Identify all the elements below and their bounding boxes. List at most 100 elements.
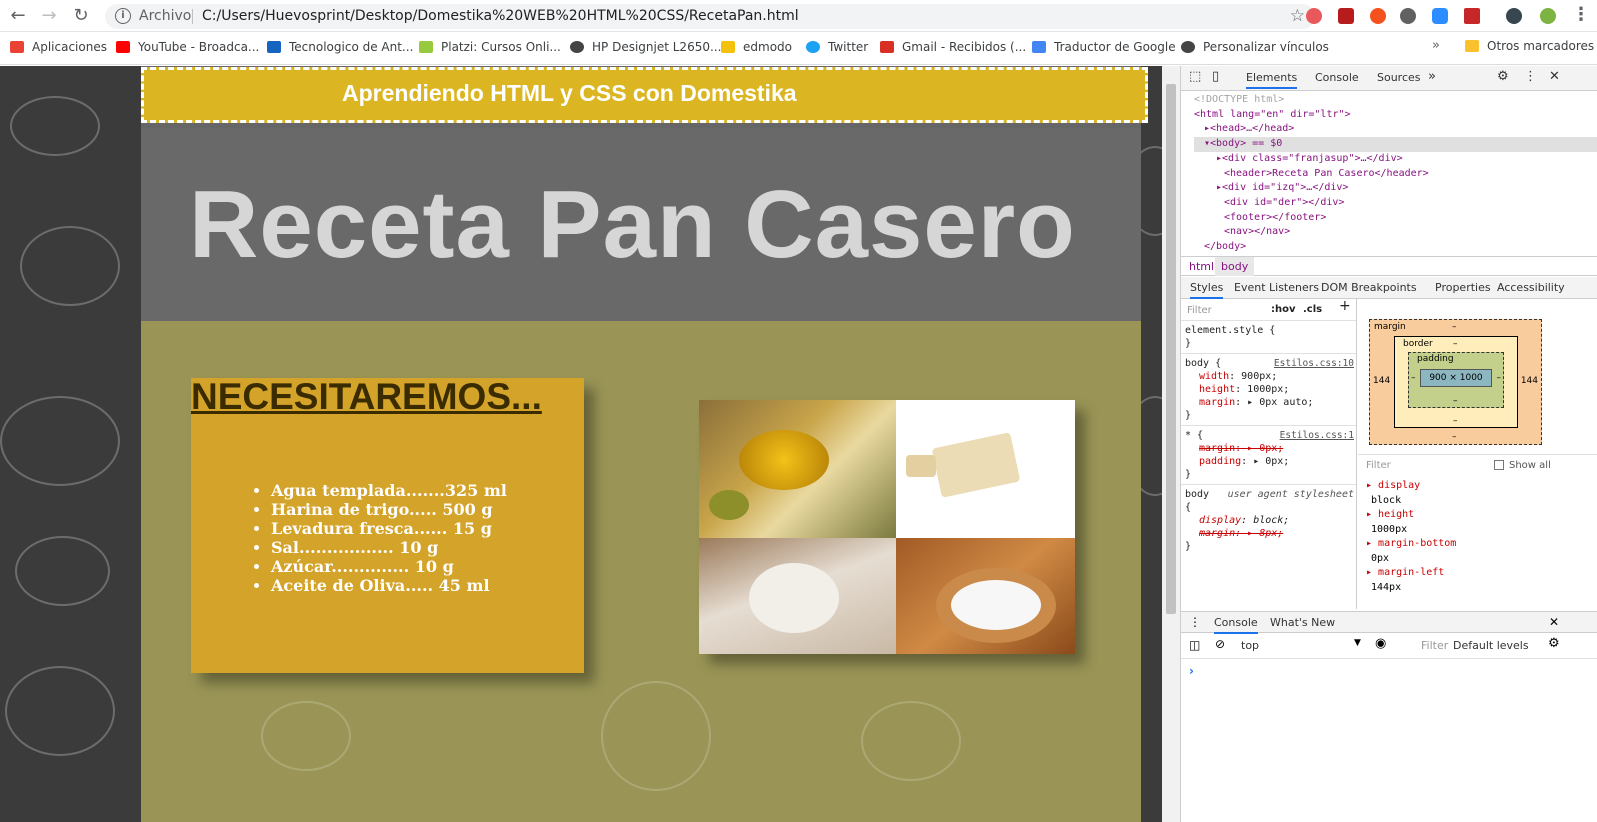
tab-event-listeners[interactable]: Event Listeners bbox=[1234, 281, 1319, 294]
back-arrow-icon[interactable]: ← bbox=[6, 4, 30, 28]
bookmark-item[interactable]: Aplicaciones bbox=[10, 40, 107, 54]
box-model-margin[interactable]: margin – 144 144 – border – – padding – … bbox=[1369, 319, 1542, 445]
url-text[interactable]: C:/Users/Huevosprint/Desktop/Domestika%2… bbox=[202, 8, 799, 24]
style-prop-overridden[interactable]: margin: ▸ 8px; bbox=[1199, 527, 1352, 540]
rule-source-link[interactable]: Estilos.css:1 bbox=[1280, 429, 1354, 442]
bookmark-item[interactable]: Platzi: Cursos Onli... bbox=[419, 40, 561, 54]
dom-node[interactable]: <div id="der"></div> bbox=[1194, 196, 1597, 211]
tab-whats-new[interactable]: What's New bbox=[1270, 616, 1335, 629]
close-drawer-icon[interactable]: ✕ bbox=[1549, 615, 1559, 629]
address-bar[interactable]: i Archivo C:/Users/Huevosprint/Desktop/D… bbox=[105, 4, 1315, 29]
style-prop[interactable]: height: 1000px; bbox=[1199, 383, 1352, 396]
reload-icon[interactable]: ↻ bbox=[69, 4, 93, 28]
add-rule-icon[interactable]: + bbox=[1339, 299, 1351, 313]
dom-node[interactable]: <!DOCTYPE html> bbox=[1194, 93, 1597, 108]
bookmark-item[interactable]: Twitter bbox=[806, 40, 868, 54]
tab-accessibility[interactable]: Accessibility bbox=[1497, 281, 1565, 294]
bookmark-item[interactable]: Traductor de Google bbox=[1032, 40, 1176, 54]
context-select[interactable]: top bbox=[1241, 639, 1259, 652]
dom-node[interactable]: <footer></footer> bbox=[1194, 211, 1597, 226]
forward-arrow-icon[interactable]: → bbox=[37, 4, 61, 28]
box-model-padding[interactable]: padding – – – 900 × 1000 bbox=[1408, 352, 1504, 408]
more-tabs-button[interactable]: » bbox=[1428, 69, 1436, 84]
tab-elements[interactable]: Elements bbox=[1246, 71, 1298, 89]
breadcrumb: html body bbox=[1181, 256, 1597, 276]
cls-toggle[interactable]: .cls bbox=[1303, 303, 1322, 316]
console-prompt[interactable]: › bbox=[1189, 664, 1194, 678]
style-prop[interactable]: padding: ▸ 0px; bbox=[1199, 455, 1352, 468]
sidebar-toggle-icon[interactable]: ◫ bbox=[1189, 638, 1200, 652]
tab-console-drawer[interactable]: Console bbox=[1214, 616, 1258, 634]
gear-icon[interactable]: ⚙ bbox=[1548, 636, 1560, 651]
tab-dom-breakpoints[interactable]: DOM Breakpoints bbox=[1321, 281, 1417, 294]
computed-prop[interactable]: ▸ margin-bottom 0px bbox=[1366, 537, 1597, 566]
bookmark-item[interactable]: Tecnologico de Ant... bbox=[267, 40, 413, 54]
browser-menu-icon[interactable]: ⋮ bbox=[1572, 4, 1590, 25]
rule-selector: element.style { bbox=[1185, 325, 1276, 336]
tab-sources[interactable]: Sources bbox=[1377, 71, 1421, 84]
scheme-label: Archivo bbox=[139, 8, 192, 24]
style-prop[interactable]: display: block; bbox=[1199, 514, 1352, 527]
extension-icon[interactable] bbox=[1400, 8, 1416, 24]
style-prop-overridden[interactable]: margin: ▸ 0px; bbox=[1199, 442, 1352, 455]
universal-rule[interactable]: * { Estilos.css:1 margin: ▸ 0px; padding… bbox=[1181, 426, 1356, 485]
bookmark-star-icon[interactable]: ☆ bbox=[1290, 6, 1305, 26]
zoom-extension-icon[interactable] bbox=[1432, 8, 1448, 24]
bookmark-item[interactable]: edmodo bbox=[721, 40, 792, 54]
computed-filter-input[interactable]: Filter bbox=[1366, 460, 1391, 471]
style-prop[interactable]: margin: ▸ 0px auto; bbox=[1199, 396, 1352, 409]
bookmark-item[interactable]: Personalizar vínculos bbox=[1181, 40, 1329, 54]
dom-node[interactable]: ▸<div class="franjasup">…</div> bbox=[1194, 152, 1597, 167]
pdf-extension-icon[interactable] bbox=[1464, 8, 1480, 24]
element-style-rule[interactable]: element.style { } bbox=[1181, 321, 1356, 354]
rule-source-link[interactable]: Estilos.css:10 bbox=[1274, 357, 1354, 370]
ublock-extension-icon[interactable] bbox=[1338, 8, 1354, 24]
scrollbar-thumb[interactable] bbox=[1166, 84, 1176, 614]
styles-filter-input[interactable]: Filter bbox=[1187, 304, 1212, 317]
instagram-extension-icon[interactable] bbox=[1306, 8, 1322, 24]
style-prop[interactable]: width: 900px; bbox=[1199, 370, 1352, 383]
extension-icon[interactable] bbox=[1370, 8, 1386, 24]
dom-node[interactable]: <nav></nav> bbox=[1194, 225, 1597, 240]
inspect-element-icon[interactable]: ⬚ bbox=[1189, 69, 1201, 84]
show-all-checkbox[interactable] bbox=[1494, 460, 1504, 470]
info-icon[interactable]: i bbox=[115, 8, 131, 24]
dom-node[interactable]: <html lang="en" dir="ltr"> bbox=[1194, 108, 1597, 123]
dom-node[interactable]: </body> bbox=[1194, 240, 1597, 255]
more-options-icon[interactable]: ⋮ bbox=[1524, 69, 1537, 84]
crumb-body[interactable]: body bbox=[1215, 257, 1255, 276]
log-levels-select[interactable]: Default levels bbox=[1453, 639, 1529, 652]
profile-avatar[interactable] bbox=[1540, 8, 1556, 24]
tab-properties[interactable]: Properties bbox=[1435, 281, 1491, 294]
music-extension-icon[interactable] bbox=[1506, 8, 1522, 24]
padding-bottom-value: – bbox=[1453, 396, 1458, 406]
page-scrollbar[interactable] bbox=[1162, 66, 1180, 822]
bookmark-item[interactable]: YouTube - Broadca... bbox=[116, 40, 259, 54]
console-filter-input[interactable]: Filter bbox=[1421, 639, 1448, 652]
computed-prop[interactable]: ▸ height 1000px bbox=[1366, 508, 1597, 537]
dom-node[interactable]: ▸<div id="izq">…</div> bbox=[1194, 181, 1597, 196]
user-agent-rule[interactable]: body user agent stylesheet { display: blo… bbox=[1181, 485, 1356, 556]
other-bookmarks-folder[interactable]: Otros marcadores bbox=[1465, 39, 1594, 53]
tab-console[interactable]: Console bbox=[1315, 71, 1359, 84]
computed-prop[interactable]: ▸ margin-left 144px bbox=[1366, 566, 1597, 595]
drawer-menu-icon[interactable]: ⋮ bbox=[1189, 615, 1201, 629]
clear-console-icon[interactable]: ⊘ bbox=[1215, 637, 1225, 651]
close-icon[interactable]: ✕ bbox=[1549, 69, 1560, 84]
bookmark-item[interactable]: Gmail - Recibidos (... bbox=[880, 40, 1026, 54]
eye-icon[interactable]: ◉ bbox=[1375, 636, 1386, 651]
body-rule[interactable]: body { Estilos.css:10 width: 900px; heig… bbox=[1181, 354, 1356, 426]
bookmarks-overflow-button[interactable]: » bbox=[1432, 38, 1440, 53]
gear-icon[interactable]: ⚙ bbox=[1497, 69, 1509, 84]
box-model-content[interactable]: 900 × 1000 bbox=[1420, 369, 1492, 387]
device-toolbar-icon[interactable]: ▯ bbox=[1212, 69, 1219, 84]
dom-node[interactable]: <header>Receta Pan Casero</header> bbox=[1194, 167, 1597, 182]
crumb-html[interactable]: html bbox=[1189, 260, 1214, 273]
box-model-border[interactable]: border – – padding – – – 900 × 1000 bbox=[1394, 336, 1518, 428]
hov-toggle[interactable]: :hov bbox=[1271, 303, 1296, 316]
tab-styles[interactable]: Styles bbox=[1190, 281, 1224, 299]
dom-node-selected[interactable]: ▾<body> == $0 bbox=[1194, 137, 1597, 152]
computed-prop[interactable]: ▸ display block bbox=[1366, 479, 1597, 508]
dom-node[interactable]: ▸<head>…</head> bbox=[1194, 122, 1597, 137]
bookmark-item[interactable]: HP Designjet L2650... bbox=[570, 40, 721, 54]
